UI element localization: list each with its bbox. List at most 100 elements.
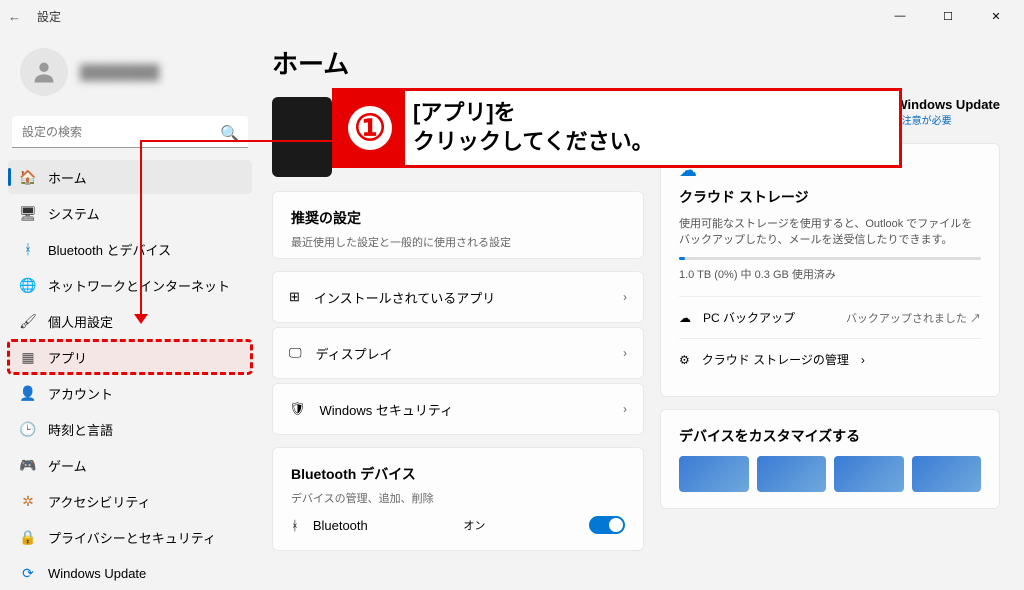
nav-label: プライバシーとセキュリティ bbox=[48, 528, 216, 547]
recommended-item[interactable]: ⊞ インストールされているアプリ › bbox=[272, 271, 644, 323]
recommended-subtitle: 最近使用した設定と一般的に使用される設定 bbox=[291, 234, 625, 250]
nav-label: 個人用設定 bbox=[48, 312, 113, 331]
user-block[interactable]: ████████ bbox=[8, 40, 252, 116]
sidebar-item-7[interactable]: 🕒 時刻と言語 bbox=[8, 412, 252, 446]
maximize-button[interactable]: ☐ bbox=[928, 2, 968, 30]
nav-list: 🏠 ホーム 🖥 システム ᚼ Bluetooth とデバイス 🌐 ネットワークとインターネット… bbox=[8, 160, 252, 590]
setting-icon: 🛡 bbox=[289, 401, 306, 417]
cloud-action[interactable]: ☁ PC バックアップ バックアップされました ↗ bbox=[679, 296, 981, 338]
bluetooth-label: Bluetooth bbox=[313, 518, 368, 533]
chevron-right-icon: › bbox=[623, 402, 627, 416]
nav-label: ホーム bbox=[48, 168, 87, 187]
sidebar-item-2[interactable]: ᚼ Bluetooth とデバイス bbox=[8, 232, 252, 266]
recommended-item[interactable]: 🛡 Windows セキュリティ › bbox=[272, 383, 644, 435]
nav-label: アプリ bbox=[48, 348, 87, 367]
chevron-right-icon: › bbox=[623, 346, 627, 360]
nav-icon: 👤 bbox=[20, 385, 36, 401]
nav-icon: 🌐 bbox=[20, 277, 36, 293]
nav-icon: 🎮 bbox=[20, 457, 36, 473]
nav-label: システム bbox=[48, 204, 100, 223]
page-title: ホーム bbox=[272, 44, 1000, 81]
windows-update-title: Windows Update bbox=[895, 97, 1000, 112]
theme-thumb[interactable] bbox=[834, 456, 904, 492]
storage-usage: 1.0 TB (0%) 中 0.3 GB 使用済み bbox=[679, 266, 981, 282]
nav-icon: 🖥 bbox=[20, 205, 36, 221]
windows-update-status: 注意が必要 bbox=[895, 112, 1000, 127]
theme-thumb[interactable] bbox=[679, 456, 749, 492]
bluetooth-toggle[interactable] bbox=[589, 516, 625, 534]
annotation-arrow-head bbox=[134, 314, 148, 324]
customize-title: デバイスをカスタマイズする bbox=[679, 426, 981, 446]
customize-card: デバイスをカスタマイズする bbox=[660, 409, 1000, 509]
nav-icon: 🖌 bbox=[20, 313, 36, 329]
theme-thumb[interactable] bbox=[757, 456, 827, 492]
nav-label: ゲーム bbox=[48, 456, 87, 475]
recommended-title: 推奨の設定 bbox=[291, 208, 625, 228]
nav-label: アクセシビリティ bbox=[48, 492, 151, 511]
setting-icon: ⊞ bbox=[289, 289, 300, 305]
sidebar-item-0[interactable]: 🏠 ホーム bbox=[8, 160, 252, 194]
nav-icon: ⟳ bbox=[20, 565, 36, 581]
avatar bbox=[20, 48, 68, 96]
setting-icon: 🖵 bbox=[289, 345, 302, 361]
sidebar-item-10[interactable]: 🔒 プライバシーとセキュリティ bbox=[8, 520, 252, 554]
recommended-card: 推奨の設定 最近使用した設定と一般的に使用される設定 bbox=[272, 191, 644, 259]
sidebar-item-9[interactable]: ✲ アクセシビリティ bbox=[8, 484, 252, 518]
titlebar: ← 設定 — ☐ ✕ bbox=[0, 0, 1024, 32]
setting-label: Windows セキュリティ bbox=[320, 400, 454, 419]
action-icon: ⚙ bbox=[679, 353, 690, 367]
setting-label: インストールされているアプリ bbox=[314, 288, 495, 307]
chevron-right-icon: › bbox=[623, 290, 627, 304]
desktop-preview[interactable] bbox=[272, 97, 332, 177]
instruction-callout: ① [アプリ]をクリックしてください。 bbox=[332, 88, 902, 168]
storage-bar bbox=[679, 257, 981, 260]
sidebar-item-3[interactable]: 🌐 ネットワークとインターネット bbox=[8, 268, 252, 302]
sidebar-item-1[interactable]: 🖥 システム bbox=[8, 196, 252, 230]
sidebar-item-11[interactable]: ⟳ Windows Update bbox=[8, 556, 252, 590]
nav-label: アカウント bbox=[48, 384, 113, 403]
cloud-action[interactable]: ⚙クラウド ストレージの管理› bbox=[679, 338, 981, 380]
search-input[interactable] bbox=[12, 116, 248, 148]
chevron-right-icon: › bbox=[861, 353, 865, 367]
nav-icon: 🏠 bbox=[20, 169, 36, 185]
sidebar-item-6[interactable]: 👤 アカウント bbox=[8, 376, 252, 410]
nav-icon: 🔒 bbox=[20, 529, 36, 545]
nav-icon: 🕒 bbox=[20, 421, 36, 437]
nav-icon: ᚼ bbox=[20, 241, 36, 257]
sidebar-item-5[interactable]: ▦ アプリ bbox=[8, 340, 252, 374]
bluetooth-subtitle: デバイスの管理、追加、削除 bbox=[291, 490, 625, 506]
action-status: バックアップされました ↗ bbox=[846, 310, 981, 326]
action-label: PC バックアップ bbox=[703, 309, 795, 326]
nav-label: 時刻と言語 bbox=[48, 420, 113, 439]
sidebar-item-4[interactable]: 🖌 個人用設定 bbox=[8, 304, 252, 338]
window-title: 設定 bbox=[37, 8, 61, 25]
annotation-arrow bbox=[140, 140, 142, 318]
bluetooth-icon: ᚼ bbox=[291, 518, 299, 533]
bluetooth-card: Bluetooth デバイス デバイスの管理、追加、削除 ᚼ Bluetooth… bbox=[272, 447, 644, 551]
bluetooth-state: オン bbox=[463, 517, 485, 533]
cloud-storage-card: ☁ クラウド ストレージ 使用可能なストレージを使用すると、Outlook でフ… bbox=[660, 143, 1000, 397]
back-icon[interactable]: ← bbox=[8, 9, 21, 24]
theme-thumb[interactable] bbox=[912, 456, 982, 492]
recommended-item[interactable]: 🖵 ディスプレイ › bbox=[272, 327, 644, 379]
search-box[interactable]: 🔍 bbox=[12, 116, 248, 148]
close-button[interactable]: ✕ bbox=[976, 2, 1016, 30]
nav-label: Bluetooth とデバイス bbox=[48, 240, 171, 259]
callout-text: [アプリ]をクリックしてください。 bbox=[413, 99, 654, 156]
sidebar-item-8[interactable]: 🎮 ゲーム bbox=[8, 448, 252, 482]
callout-number: ① bbox=[335, 91, 405, 165]
nav-icon: ✲ bbox=[20, 493, 36, 509]
theme-thumbnails bbox=[679, 456, 981, 492]
cloud-title: クラウド ストレージ bbox=[679, 187, 981, 207]
minimize-button[interactable]: — bbox=[880, 2, 920, 30]
cloud-desc: 使用可能なストレージを使用すると、Outlook でファイルをバックアップしたり… bbox=[679, 215, 981, 247]
bluetooth-title: Bluetooth デバイス bbox=[291, 464, 625, 484]
nav-label: ネットワークとインターネット bbox=[48, 276, 230, 295]
annotation-arrow bbox=[140, 140, 335, 142]
user-name: ████████ bbox=[80, 64, 159, 80]
sidebar: ████████ 🔍 🏠 ホーム 🖥 システム ᚼ Bluetooth とデバイス 🌐 ネット… bbox=[0, 32, 260, 576]
nav-icon: ▦ bbox=[20, 349, 36, 365]
setting-label: ディスプレイ bbox=[316, 344, 393, 363]
action-icon: ☁ bbox=[679, 311, 691, 325]
nav-label: Windows Update bbox=[48, 566, 146, 581]
